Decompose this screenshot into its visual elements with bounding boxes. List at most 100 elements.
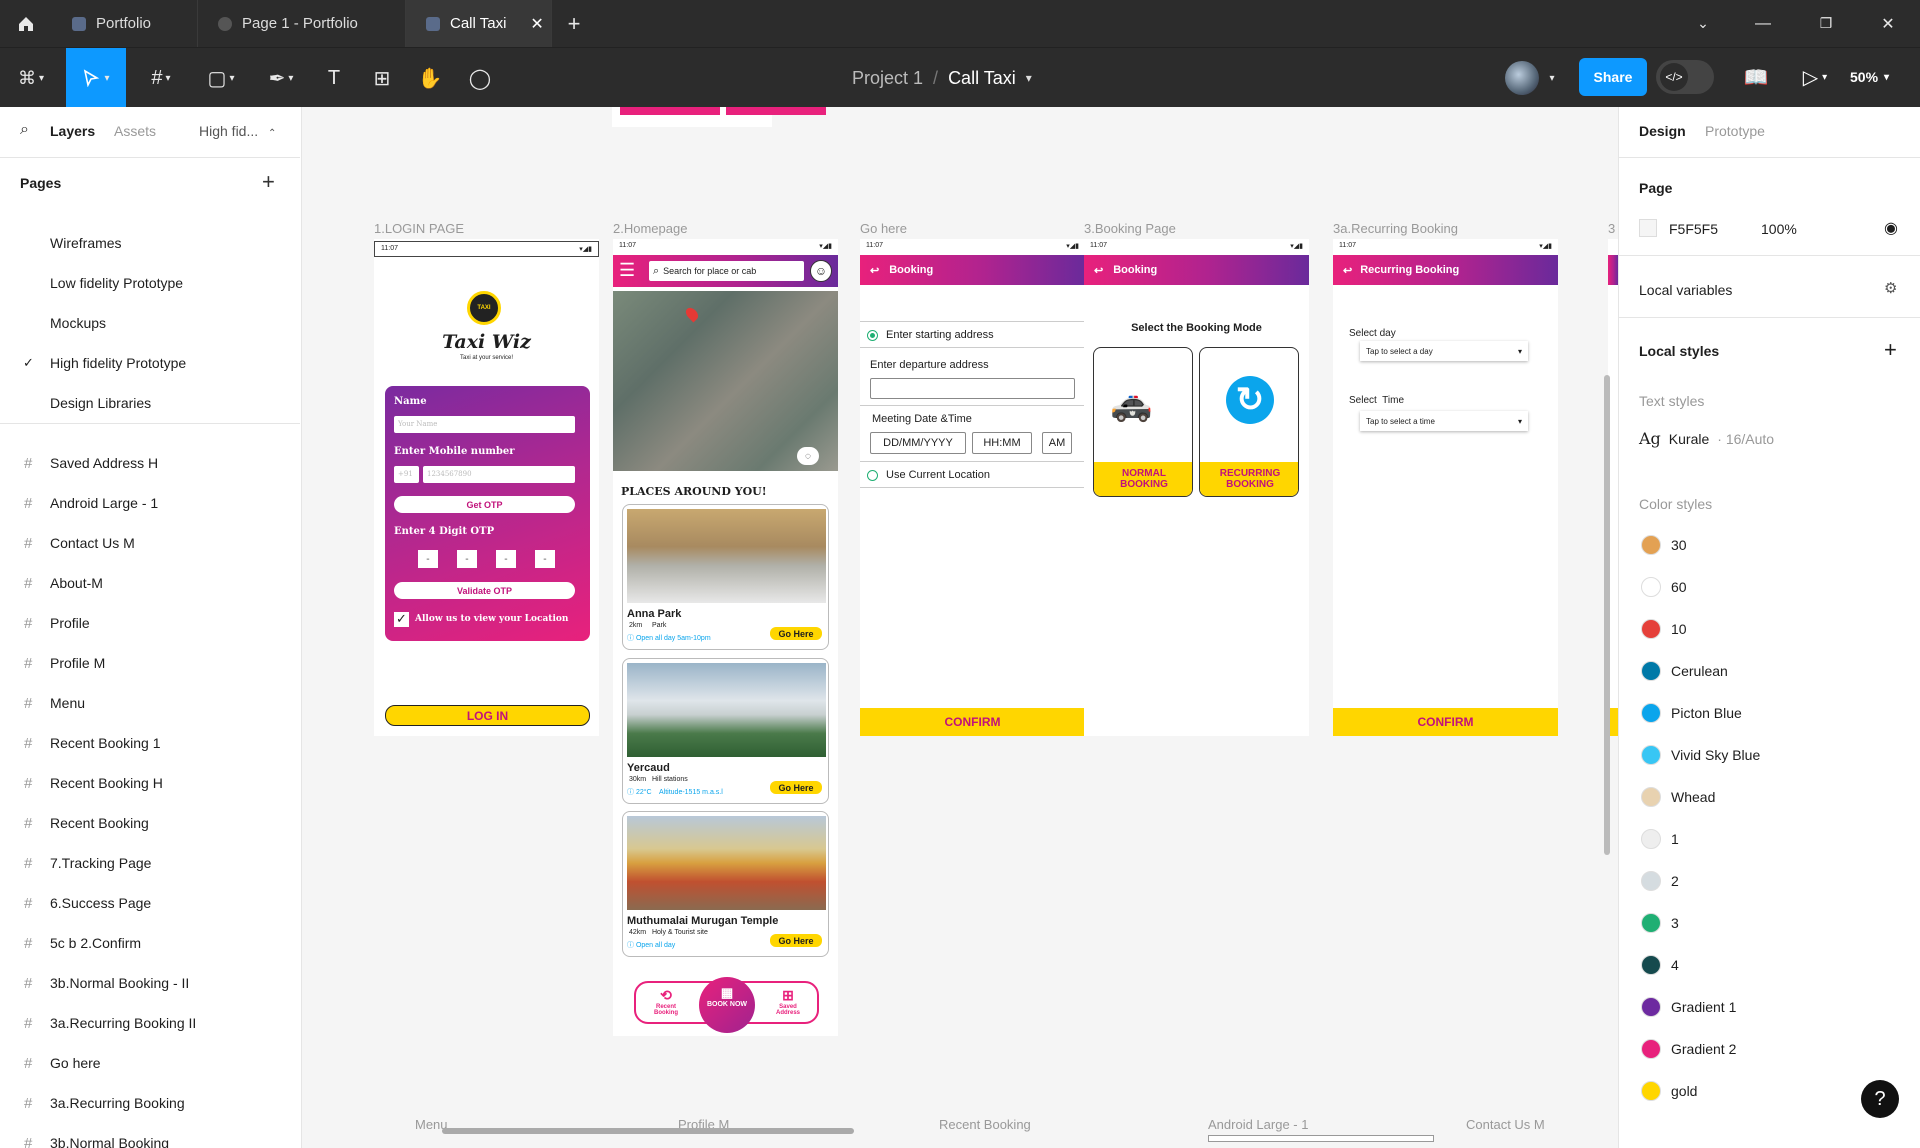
- time-input[interactable]: HH:MM: [972, 432, 1032, 454]
- page-item-high-fidelity[interactable]: ✓ High fidelity Prototype: [0, 343, 300, 383]
- recurring-booking-card[interactable]: ↻ RECURRING BOOKING: [1199, 347, 1299, 497]
- layer-item[interactable]: #3a.Recurring Booking: [0, 1083, 300, 1123]
- otp-digit-input[interactable]: -: [496, 550, 516, 568]
- mobile-input[interactable]: 1234567890: [423, 466, 575, 483]
- chevron-down-icon[interactable]: ▾: [1542, 48, 1562, 108]
- login-frame[interactable]: 11:07 ▾◢▮ TAXI Taxi Wiz Taxi at your serv…: [374, 239, 599, 736]
- login-button[interactable]: LOG IN: [385, 705, 590, 726]
- new-tab-icon[interactable]: +: [556, 0, 592, 47]
- color-style-item[interactable]: Cerulean: [1619, 657, 1919, 685]
- ampm-select[interactable]: AM: [1042, 432, 1072, 454]
- resources-icon[interactable]: ⊞: [364, 48, 400, 108]
- layer-item[interactable]: #6.Success Page: [0, 883, 300, 923]
- back-arrow-icon[interactable]: ↩: [1094, 264, 1103, 277]
- color-style-item[interactable]: 2: [1619, 867, 1919, 895]
- horizontal-scrollbar[interactable]: [442, 1128, 854, 1134]
- dev-mode-toggle[interactable]: </>: [1656, 60, 1714, 94]
- confirm-button[interactable]: CONFIRM: [1333, 708, 1558, 736]
- project-name[interactable]: Project 1: [852, 68, 923, 89]
- color-style-item[interactable]: Gradient 2: [1619, 1035, 1919, 1063]
- color-style-item[interactable]: 60: [1619, 573, 1919, 601]
- layer-item[interactable]: #7.Tracking Page: [0, 843, 300, 883]
- variables-settings-icon[interactable]: ⚙: [1884, 279, 1897, 297]
- page-dropdown[interactable]: High fid... ⌃: [199, 123, 276, 139]
- frame-label-recurring[interactable]: 3a.Recurring Booking: [1333, 221, 1458, 236]
- frame-label-booking[interactable]: 3.Booking Page: [1084, 221, 1176, 236]
- frame-label-next[interactable]: 3: [1608, 221, 1615, 236]
- canvas[interactable]: 1.LOGIN PAGE 2.Homepage Go here 3.Bookin…: [302, 107, 1618, 1142]
- color-style-item[interactable]: 4: [1619, 951, 1919, 979]
- back-arrow-icon[interactable]: ↩: [870, 264, 879, 277]
- current-location-option[interactable]: Use Current Location: [867, 469, 990, 481]
- otp-digit-input[interactable]: -: [418, 550, 438, 568]
- date-input[interactable]: DD/MM/YYYY: [870, 432, 966, 454]
- book-now-button[interactable]: ▦ BOOK NOW: [699, 977, 755, 1033]
- layer-item[interactable]: #3a.Recurring Booking II: [0, 1003, 300, 1043]
- booking-frame[interactable]: 11:07 ▾◢▮ ↩ Booking Select the Booking Mo…: [1084, 239, 1309, 736]
- frame-tool-icon[interactable]: # ▾: [138, 48, 184, 108]
- pen-tool-icon[interactable]: ✒ ▾: [258, 48, 304, 108]
- main-menu-icon[interactable]: ⌘ ▾: [8, 48, 54, 108]
- frame-label-recent[interactable]: Recent Booking: [939, 1117, 1031, 1132]
- frame-label-login[interactable]: 1.LOGIN PAGE: [374, 221, 464, 236]
- frame-label-gohere[interactable]: Go here: [860, 221, 907, 236]
- page-item-design-libraries[interactable]: Design Libraries: [0, 383, 300, 423]
- layer-item[interactable]: # Menu: [0, 683, 300, 723]
- color-style-item[interactable]: Gradient 1: [1619, 993, 1919, 1021]
- homepage-frame[interactable]: 11:07 ▾◢▮ ☰ ⌕ Search for place or cab ☺ ◌…: [613, 239, 838, 1036]
- tab-portfolio[interactable]: Portfolio: [52, 0, 198, 47]
- search-bar[interactable]: ⌕ Search for place or cab: [649, 261, 804, 281]
- layer-item[interactable]: # Contact Us M: [0, 523, 300, 563]
- go-here-button[interactable]: Go Here: [770, 627, 822, 640]
- text-style-kurale[interactable]: Ag Kurale · 16/Auto: [1639, 429, 1774, 448]
- normal-booking-card[interactable]: 🚓 NORMAL BOOKING: [1093, 347, 1193, 497]
- nav-recent-booking[interactable]: ⟲ Recent Booking: [646, 987, 686, 1016]
- frame-label-android[interactable]: Android Large - 1: [1208, 1117, 1308, 1132]
- go-here-button[interactable]: Go Here: [770, 781, 822, 794]
- otp-digit-input[interactable]: -: [535, 550, 555, 568]
- tab-layers[interactable]: Layers: [50, 123, 95, 139]
- layer-item[interactable]: # About-M: [0, 563, 300, 603]
- time-select[interactable]: Tap to select a time ▾: [1360, 411, 1528, 431]
- chevron-down-icon[interactable]: ⌄: [1685, 0, 1721, 47]
- layer-item[interactable]: # Go here: [0, 1043, 300, 1083]
- layer-item[interactable]: # Saved Address H: [0, 443, 300, 483]
- avatar[interactable]: [1505, 61, 1539, 95]
- add-style-icon[interactable]: +: [1884, 337, 1897, 363]
- recurring-frame[interactable]: 11:07 ▾◢▮ ↩ Recurring Booking Select day …: [1333, 239, 1558, 736]
- layer-item[interactable]: # Recent Booking H: [0, 763, 300, 803]
- country-code-input[interactable]: +91: [394, 466, 419, 483]
- location-checkbox[interactable]: ✓: [394, 612, 409, 627]
- color-style-item[interactable]: 10: [1619, 615, 1919, 643]
- shape-tool-icon[interactable]: ▢ ▾: [198, 48, 244, 108]
- comment-tool-icon[interactable]: ◯: [462, 48, 498, 108]
- layer-item[interactable]: # Recent Booking 1: [0, 723, 300, 763]
- color-style-item[interactable]: 1: [1619, 825, 1919, 853]
- otp-digit-input[interactable]: -: [457, 550, 477, 568]
- color-style-item[interactable]: Vivid Sky Blue: [1619, 741, 1919, 769]
- color-style-item[interactable]: Whead: [1619, 783, 1919, 811]
- tab-call-taxi[interactable]: Call Taxi ✕: [406, 0, 552, 47]
- color-style-item[interactable]: Picton Blue: [1619, 699, 1919, 727]
- page-color-swatch[interactable]: [1639, 219, 1657, 237]
- profile-icon[interactable]: ☺: [810, 260, 832, 282]
- color-style-item[interactable]: 3: [1619, 909, 1919, 937]
- layer-item[interactable]: # Profile: [0, 603, 300, 643]
- minimize-icon[interactable]: —: [1745, 0, 1781, 47]
- confirm-button[interactable]: CONFIRM: [860, 708, 1085, 736]
- move-tool-icon[interactable]: ▾: [66, 48, 126, 108]
- tab-design[interactable]: Design: [1639, 123, 1686, 139]
- get-otp-button[interactable]: Get OTP: [394, 496, 575, 513]
- search-icon[interactable]: ⌕: [20, 121, 29, 139]
- restore-icon[interactable]: ❐: [1808, 0, 1844, 47]
- local-variables[interactable]: Local variables: [1639, 282, 1732, 298]
- back-arrow-icon[interactable]: ↩: [1343, 264, 1352, 277]
- layer-item[interactable]: #3b.Normal Booking - II: [0, 963, 300, 1003]
- help-button[interactable]: ?: [1861, 1080, 1899, 1118]
- start-address-option[interactable]: Enter starting address: [867, 329, 994, 341]
- close-tab-icon[interactable]: ✕: [530, 14, 543, 34]
- day-select[interactable]: Tap to select a day ▾: [1360, 341, 1528, 361]
- file-name[interactable]: Call Taxi: [948, 68, 1016, 89]
- nav-saved-address[interactable]: ⊞ Saved Address: [768, 987, 808, 1016]
- layer-item[interactable]: # Android Large - 1: [0, 483, 300, 523]
